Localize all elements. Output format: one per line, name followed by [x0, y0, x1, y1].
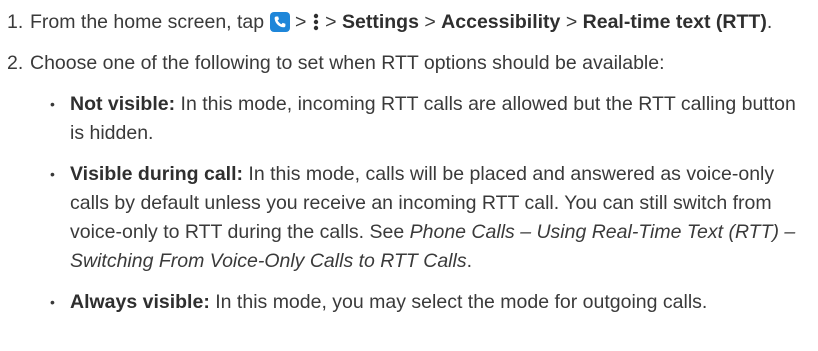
- document: 1. From the home screen, tap > > Setting…: [0, 8, 818, 351]
- bullet-icon: •: [50, 166, 55, 182]
- list-item: • Visible during call: In this mode, cal…: [30, 160, 818, 276]
- step-1-end: .: [766, 11, 773, 33]
- more-options-icon: [312, 12, 320, 32]
- separator: >: [560, 11, 583, 33]
- step-2-text: Choose one of the following to set when …: [30, 52, 665, 74]
- accessibility-label: Accessibility: [441, 11, 561, 33]
- option-description: In this mode, incoming RTT calls are all…: [70, 93, 796, 144]
- separator: >: [418, 11, 442, 33]
- option-label: Visible during call:: [70, 163, 244, 185]
- step-1: 1. From the home screen, tap > > Setting…: [0, 8, 818, 37]
- rtt-options-list: • Not visible: In this mode, incoming RT…: [30, 90, 818, 317]
- list-item: • Always visible: In this mode, you may …: [30, 288, 818, 317]
- step-number: 2.: [7, 52, 24, 74]
- step-2: 2. Choose one of the following to set wh…: [0, 49, 818, 317]
- bullet-icon: •: [50, 294, 55, 310]
- settings-label: Settings: [342, 11, 419, 33]
- step-number: 1.: [7, 11, 24, 33]
- option-end: .: [466, 250, 473, 272]
- phone-icon: [269, 12, 290, 32]
- option-label: Always visible:: [70, 291, 210, 313]
- bullet-icon: •: [50, 96, 55, 112]
- list-item: • Not visible: In this mode, incoming RT…: [30, 90, 818, 148]
- separator: >: [319, 11, 342, 33]
- rtt-label: Real-time text (RTT): [582, 11, 767, 33]
- step-1-intro: From the home screen, tap: [30, 11, 270, 33]
- option-description: In this mode, you may select the mode fo…: [209, 291, 708, 313]
- separator: >: [289, 11, 312, 33]
- option-label: Not visible:: [70, 93, 176, 115]
